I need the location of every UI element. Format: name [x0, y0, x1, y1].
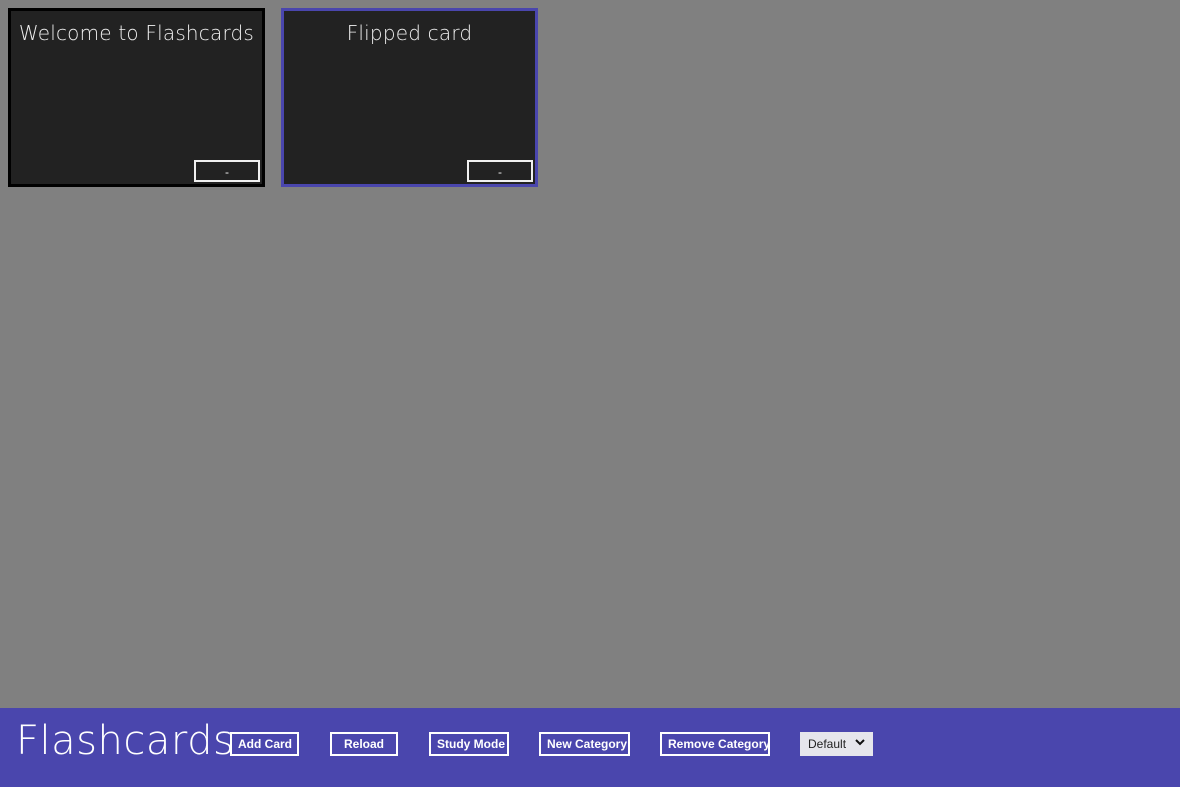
bottom-app-bar: Flashcards Add Card Reload Study Mode Ne…: [0, 708, 1180, 787]
remove-category-button[interactable]: Remove Category: [660, 732, 770, 756]
card-board: Welcome to Flashcards - Flipped card -: [0, 0, 1180, 708]
reload-button[interactable]: Reload: [330, 732, 398, 756]
card-remove-button[interactable]: -: [467, 160, 533, 182]
category-select-value: Default: [808, 737, 847, 751]
study-mode-button[interactable]: Study Mode: [429, 732, 509, 756]
card-title: Welcome to Flashcards: [18, 21, 255, 45]
flashcard-welcome[interactable]: Welcome to Flashcards -: [8, 8, 265, 187]
category-select[interactable]: Default: [800, 732, 873, 756]
app-title: Flashcards: [16, 718, 235, 764]
add-card-button[interactable]: Add Card: [230, 732, 299, 756]
flashcard-flipped[interactable]: Flipped card -: [281, 8, 538, 187]
card-title: Flipped card: [346, 21, 473, 45]
new-category-button[interactable]: New Category: [539, 732, 630, 756]
chevron-down-icon: [855, 739, 865, 746]
card-remove-button[interactable]: -: [194, 160, 260, 182]
